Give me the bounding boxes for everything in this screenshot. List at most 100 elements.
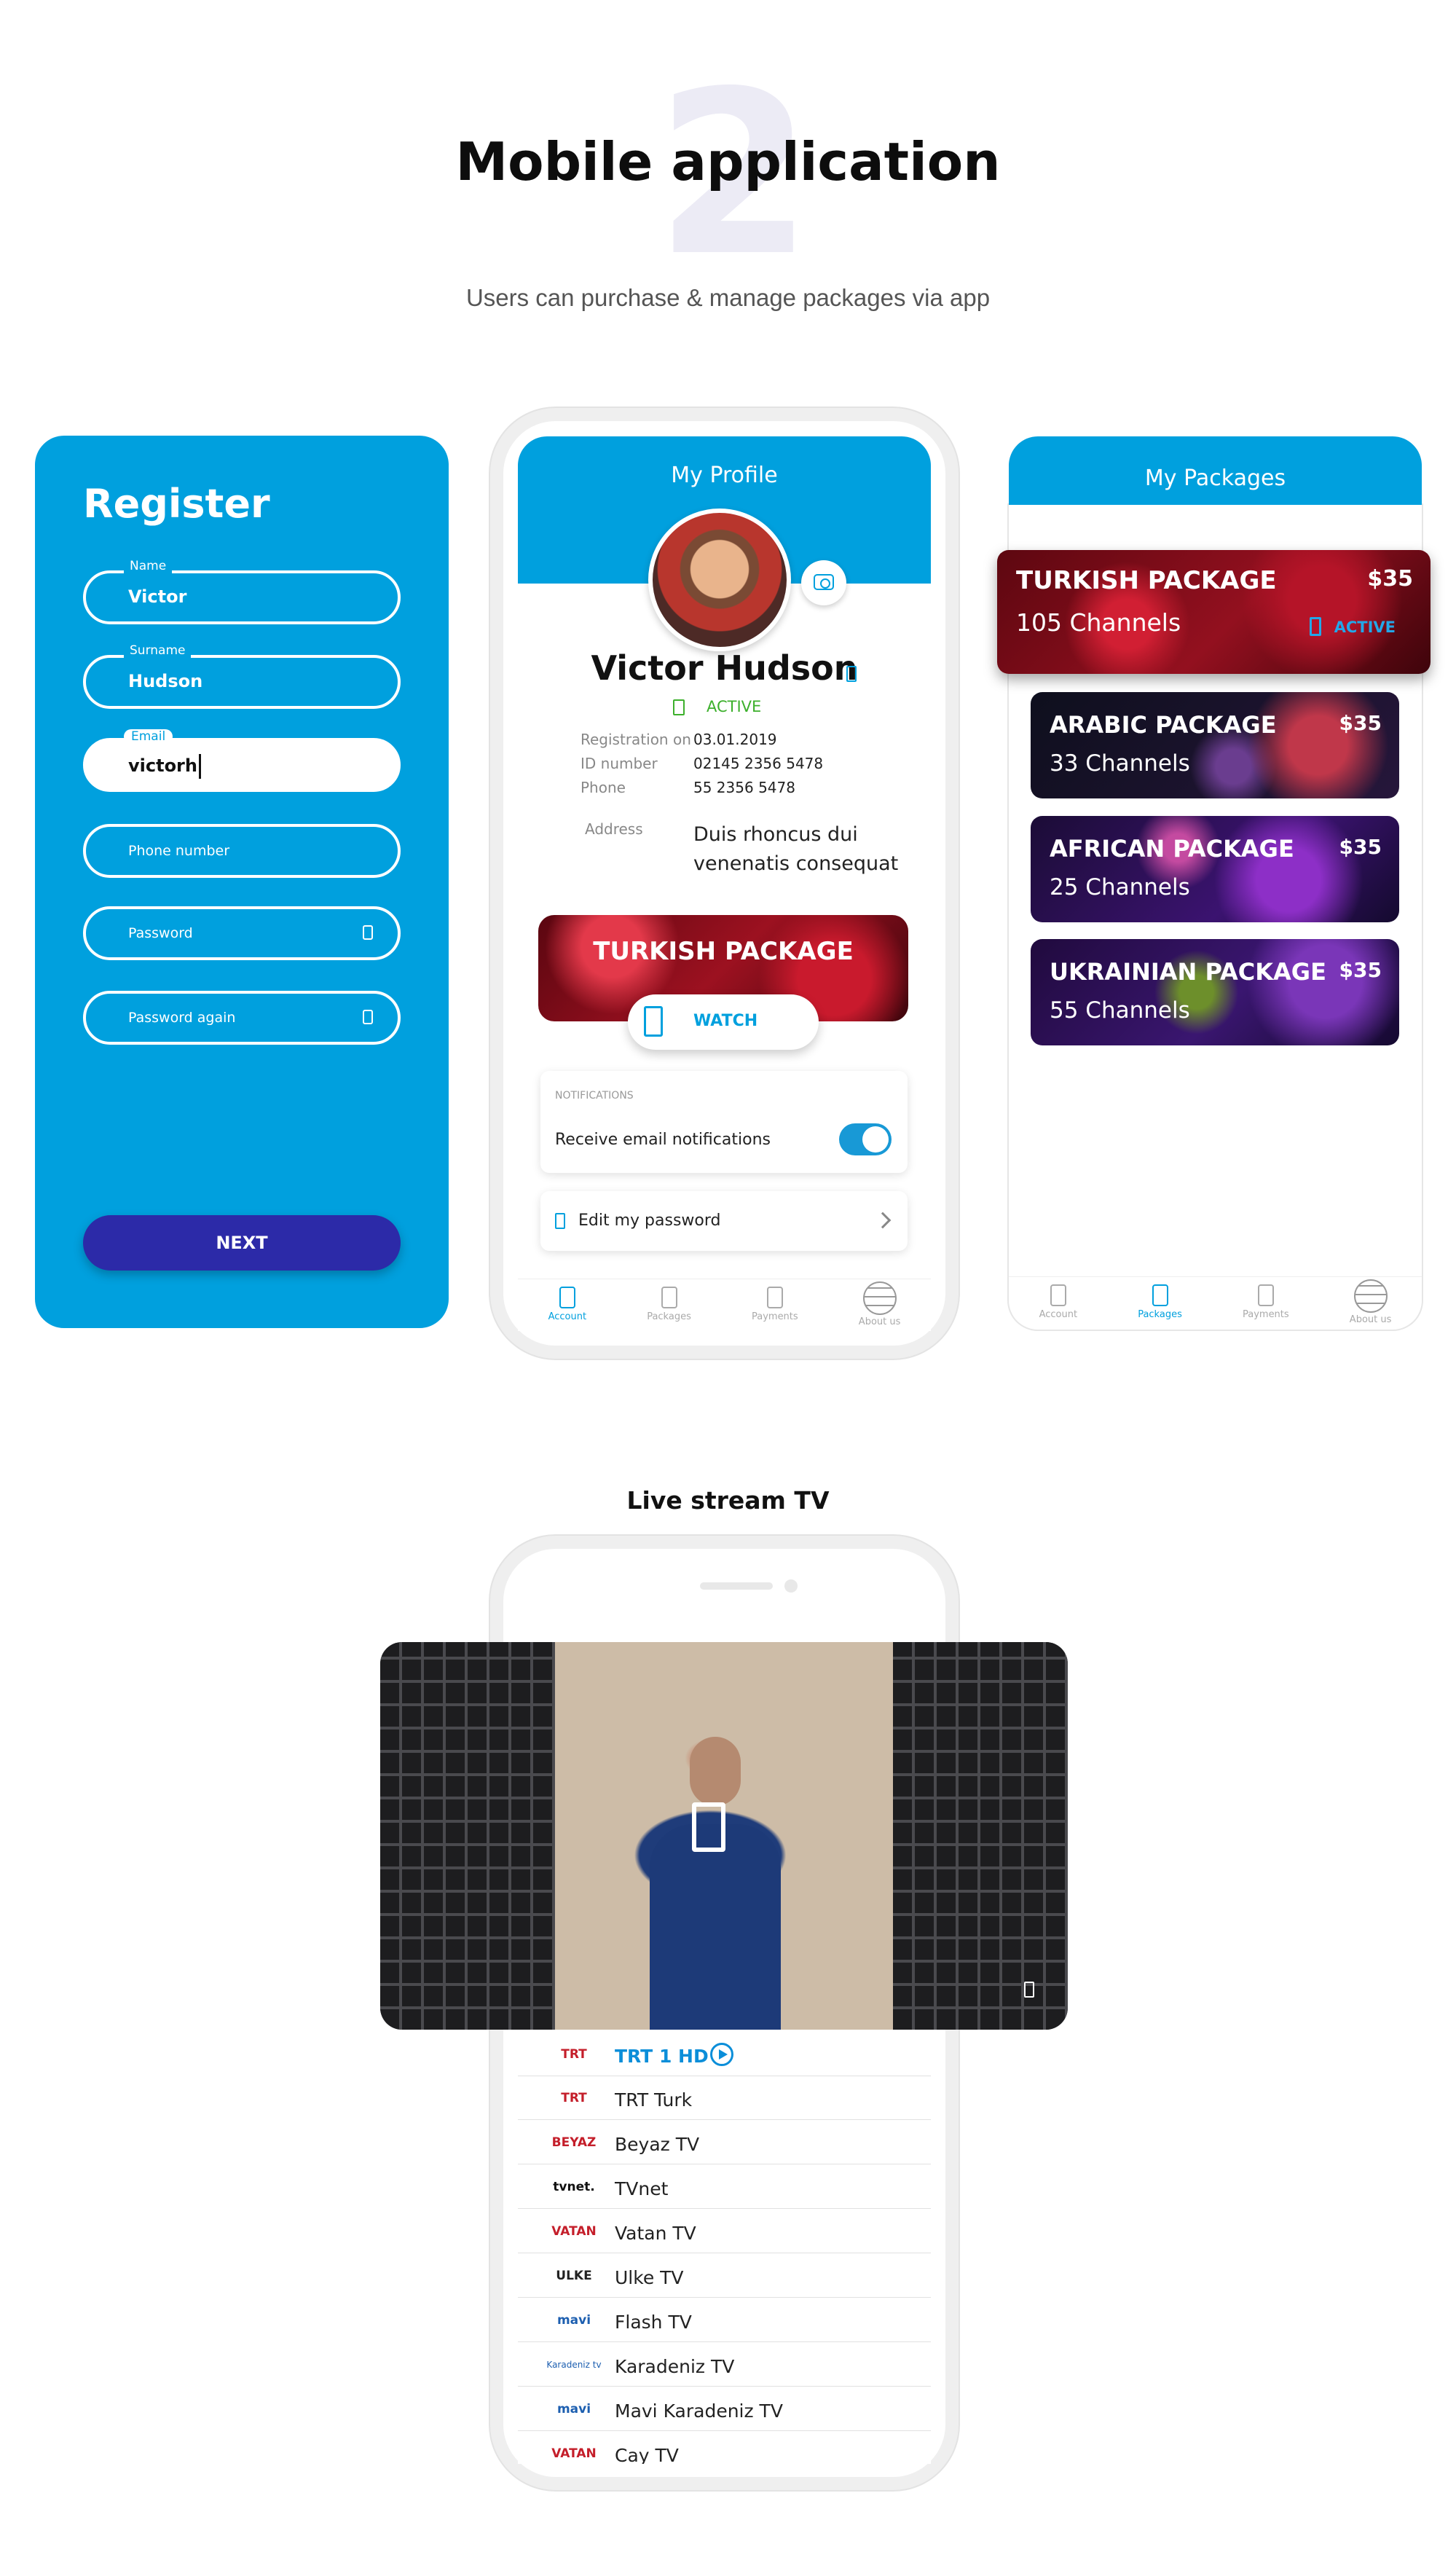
nav-about[interactable]: About us bbox=[858, 1281, 901, 1327]
channel-name: Beyaz TV bbox=[615, 2134, 700, 2155]
package-card[interactable]: AFRICAN PACKAGE 25 Channels $35 bbox=[1031, 816, 1399, 922]
package-price: $35 bbox=[1367, 566, 1413, 592]
info-label: ID number bbox=[581, 755, 658, 772]
email-value: victorh bbox=[128, 755, 197, 776]
package-channels: 55 Channels bbox=[1050, 997, 1190, 1024]
page-subtitle: Users can purchase & manage packages via… bbox=[465, 284, 991, 311]
info-value: 02145 2356 5478 bbox=[693, 755, 824, 772]
lock-icon bbox=[555, 1213, 565, 1229]
payments-icon bbox=[766, 1287, 783, 1308]
packages-icon bbox=[1152, 1284, 1168, 1306]
next-button[interactable]: NEXT bbox=[83, 1215, 401, 1271]
channel-row[interactable]: mavi Flash TV bbox=[518, 2298, 931, 2342]
info-label: Registration on bbox=[581, 731, 691, 748]
speaker-grill bbox=[700, 1582, 773, 1590]
nav-label: Account bbox=[1039, 1309, 1078, 1320]
eye-icon[interactable] bbox=[363, 1010, 373, 1024]
packages-icon bbox=[661, 1287, 677, 1308]
globe-icon bbox=[1353, 1279, 1388, 1313]
nav-account[interactable]: Account bbox=[548, 1287, 587, 1322]
edit-password-row[interactable]: Edit my password bbox=[540, 1191, 908, 1251]
channel-name: TRT Turk bbox=[615, 2089, 693, 2111]
channel-logo: mavi bbox=[556, 2402, 591, 2416]
package-name: AFRICAN PACKAGE bbox=[1050, 835, 1294, 863]
packages-header: My Packages bbox=[1009, 436, 1422, 505]
video-backdrop-left bbox=[380, 1642, 555, 2030]
channel-row[interactable]: VATAN Vatan TV bbox=[518, 2210, 931, 2253]
nav-about[interactable]: About us bbox=[1350, 1279, 1391, 1325]
channel-row[interactable]: tvnet. TVnet bbox=[518, 2165, 931, 2209]
channel-logo: VATAN bbox=[551, 2224, 597, 2239]
package-channels: 105 Channels bbox=[1016, 608, 1181, 637]
channel-logo: mavi bbox=[556, 2313, 591, 2328]
phone-field[interactable]: Phone number bbox=[83, 824, 401, 878]
camera-icon[interactable] bbox=[801, 560, 846, 605]
video-backdrop-right bbox=[893, 1642, 1068, 2030]
channel-row[interactable]: TRT TRT Turk bbox=[518, 2076, 931, 2120]
nav-packages[interactable]: Packages bbox=[647, 1287, 691, 1322]
channel-row[interactable]: TRT TRT 1 HD bbox=[518, 2033, 931, 2076]
payments-icon bbox=[1257, 1284, 1274, 1306]
eye-icon[interactable] bbox=[363, 925, 373, 940]
play-icon[interactable] bbox=[692, 1802, 725, 1852]
channel-row[interactable]: Karadeniz tv Karadeniz TV bbox=[518, 2343, 931, 2387]
account-icon bbox=[1050, 1284, 1066, 1306]
nav-payments[interactable]: Payments bbox=[1243, 1284, 1289, 1320]
nav-label: Account bbox=[548, 1311, 587, 1322]
fullscreen-icon[interactable] bbox=[1024, 1982, 1034, 1998]
package-card[interactable]: UKRAINIAN PACKAGE 55 Channels $35 bbox=[1031, 939, 1399, 1045]
video-player[interactable] bbox=[380, 1642, 1068, 2030]
nav-packages[interactable]: Packages bbox=[1138, 1284, 1182, 1320]
active-icon bbox=[1310, 617, 1321, 636]
name-label: Name bbox=[124, 559, 173, 573]
password-field[interactable]: Password bbox=[83, 906, 401, 960]
watch-button[interactable]: WATCH bbox=[628, 994, 819, 1050]
channel-logo: ULKE bbox=[556, 2269, 592, 2283]
channel-name: Mavi Karadeniz TV bbox=[615, 2400, 783, 2422]
play-icon bbox=[710, 2043, 733, 2066]
channel-row[interactable]: VATAN Cay TV bbox=[518, 2432, 931, 2464]
nav-label: Payments bbox=[1242, 1309, 1289, 1320]
avatar bbox=[648, 509, 791, 651]
channel-logo: TRT bbox=[561, 2047, 587, 2062]
edit-password-label: Edit my password bbox=[578, 1212, 721, 1230]
package-banner-title: TURKISH PACKAGE bbox=[593, 937, 854, 966]
package-card[interactable]: ARABIC PACKAGE 33 Channels $35 bbox=[1031, 692, 1399, 798]
nav-account[interactable]: Account bbox=[1039, 1284, 1078, 1320]
surname-field[interactable]: Surname Hudson bbox=[83, 643, 401, 709]
info-value: 03.01.2019 bbox=[693, 731, 777, 748]
notifications-toggle[interactable] bbox=[839, 1123, 892, 1155]
address-value: Duis rhoncus dui venenatis consequat bbox=[693, 823, 899, 875]
active-icon bbox=[673, 699, 685, 715]
password-placeholder: Password bbox=[128, 925, 193, 941]
notifications-label: Receive email notifications bbox=[555, 1131, 771, 1149]
nav-label: About us bbox=[858, 1316, 901, 1327]
watch-label: WATCH bbox=[693, 1012, 758, 1030]
profile-name: Victor Hudson bbox=[591, 648, 858, 688]
password-again-field[interactable]: Password again bbox=[83, 991, 401, 1045]
profile-title: My Profile bbox=[671, 463, 778, 488]
name-field[interactable]: Name Victor bbox=[83, 559, 401, 624]
nav-payments[interactable]: Payments bbox=[752, 1287, 798, 1322]
status-badge: ACTIVE bbox=[707, 698, 762, 715]
account-icon bbox=[559, 1287, 575, 1308]
channel-row[interactable]: mavi Mavi Karadeniz TV bbox=[518, 2387, 931, 2431]
phone-placeholder: Phone number bbox=[128, 843, 230, 859]
nav-label: Packages bbox=[1138, 1309, 1182, 1320]
edit-icon[interactable] bbox=[846, 666, 857, 682]
channel-name: Cay TV bbox=[615, 2445, 679, 2464]
play-icon bbox=[644, 1006, 663, 1037]
channel-row[interactable]: ULKE Ulke TV bbox=[518, 2254, 931, 2298]
package-name: UKRAINIAN PACKAGE bbox=[1050, 958, 1326, 986]
package-status: ACTIVE bbox=[1334, 619, 1396, 636]
package-card-active[interactable]: TURKISH PACKAGE 105 Channels $35 ACTIVE bbox=[997, 550, 1431, 674]
password-again-placeholder: Password again bbox=[128, 1010, 236, 1026]
package-name: TURKISH PACKAGE bbox=[1016, 566, 1277, 595]
packages-title: My Packages bbox=[1144, 466, 1286, 491]
email-label: Email bbox=[124, 729, 173, 744]
email-field[interactable]: Email victorh bbox=[83, 729, 401, 792]
package-price: $35 bbox=[1339, 835, 1382, 859]
channel-row[interactable]: BEYAZ Beyaz TV bbox=[518, 2121, 931, 2164]
channel-list: TRT TRT 1 HD TRT TRT Turk BEYAZ Beyaz TV… bbox=[518, 2033, 931, 2464]
front-camera bbox=[784, 1579, 798, 1593]
